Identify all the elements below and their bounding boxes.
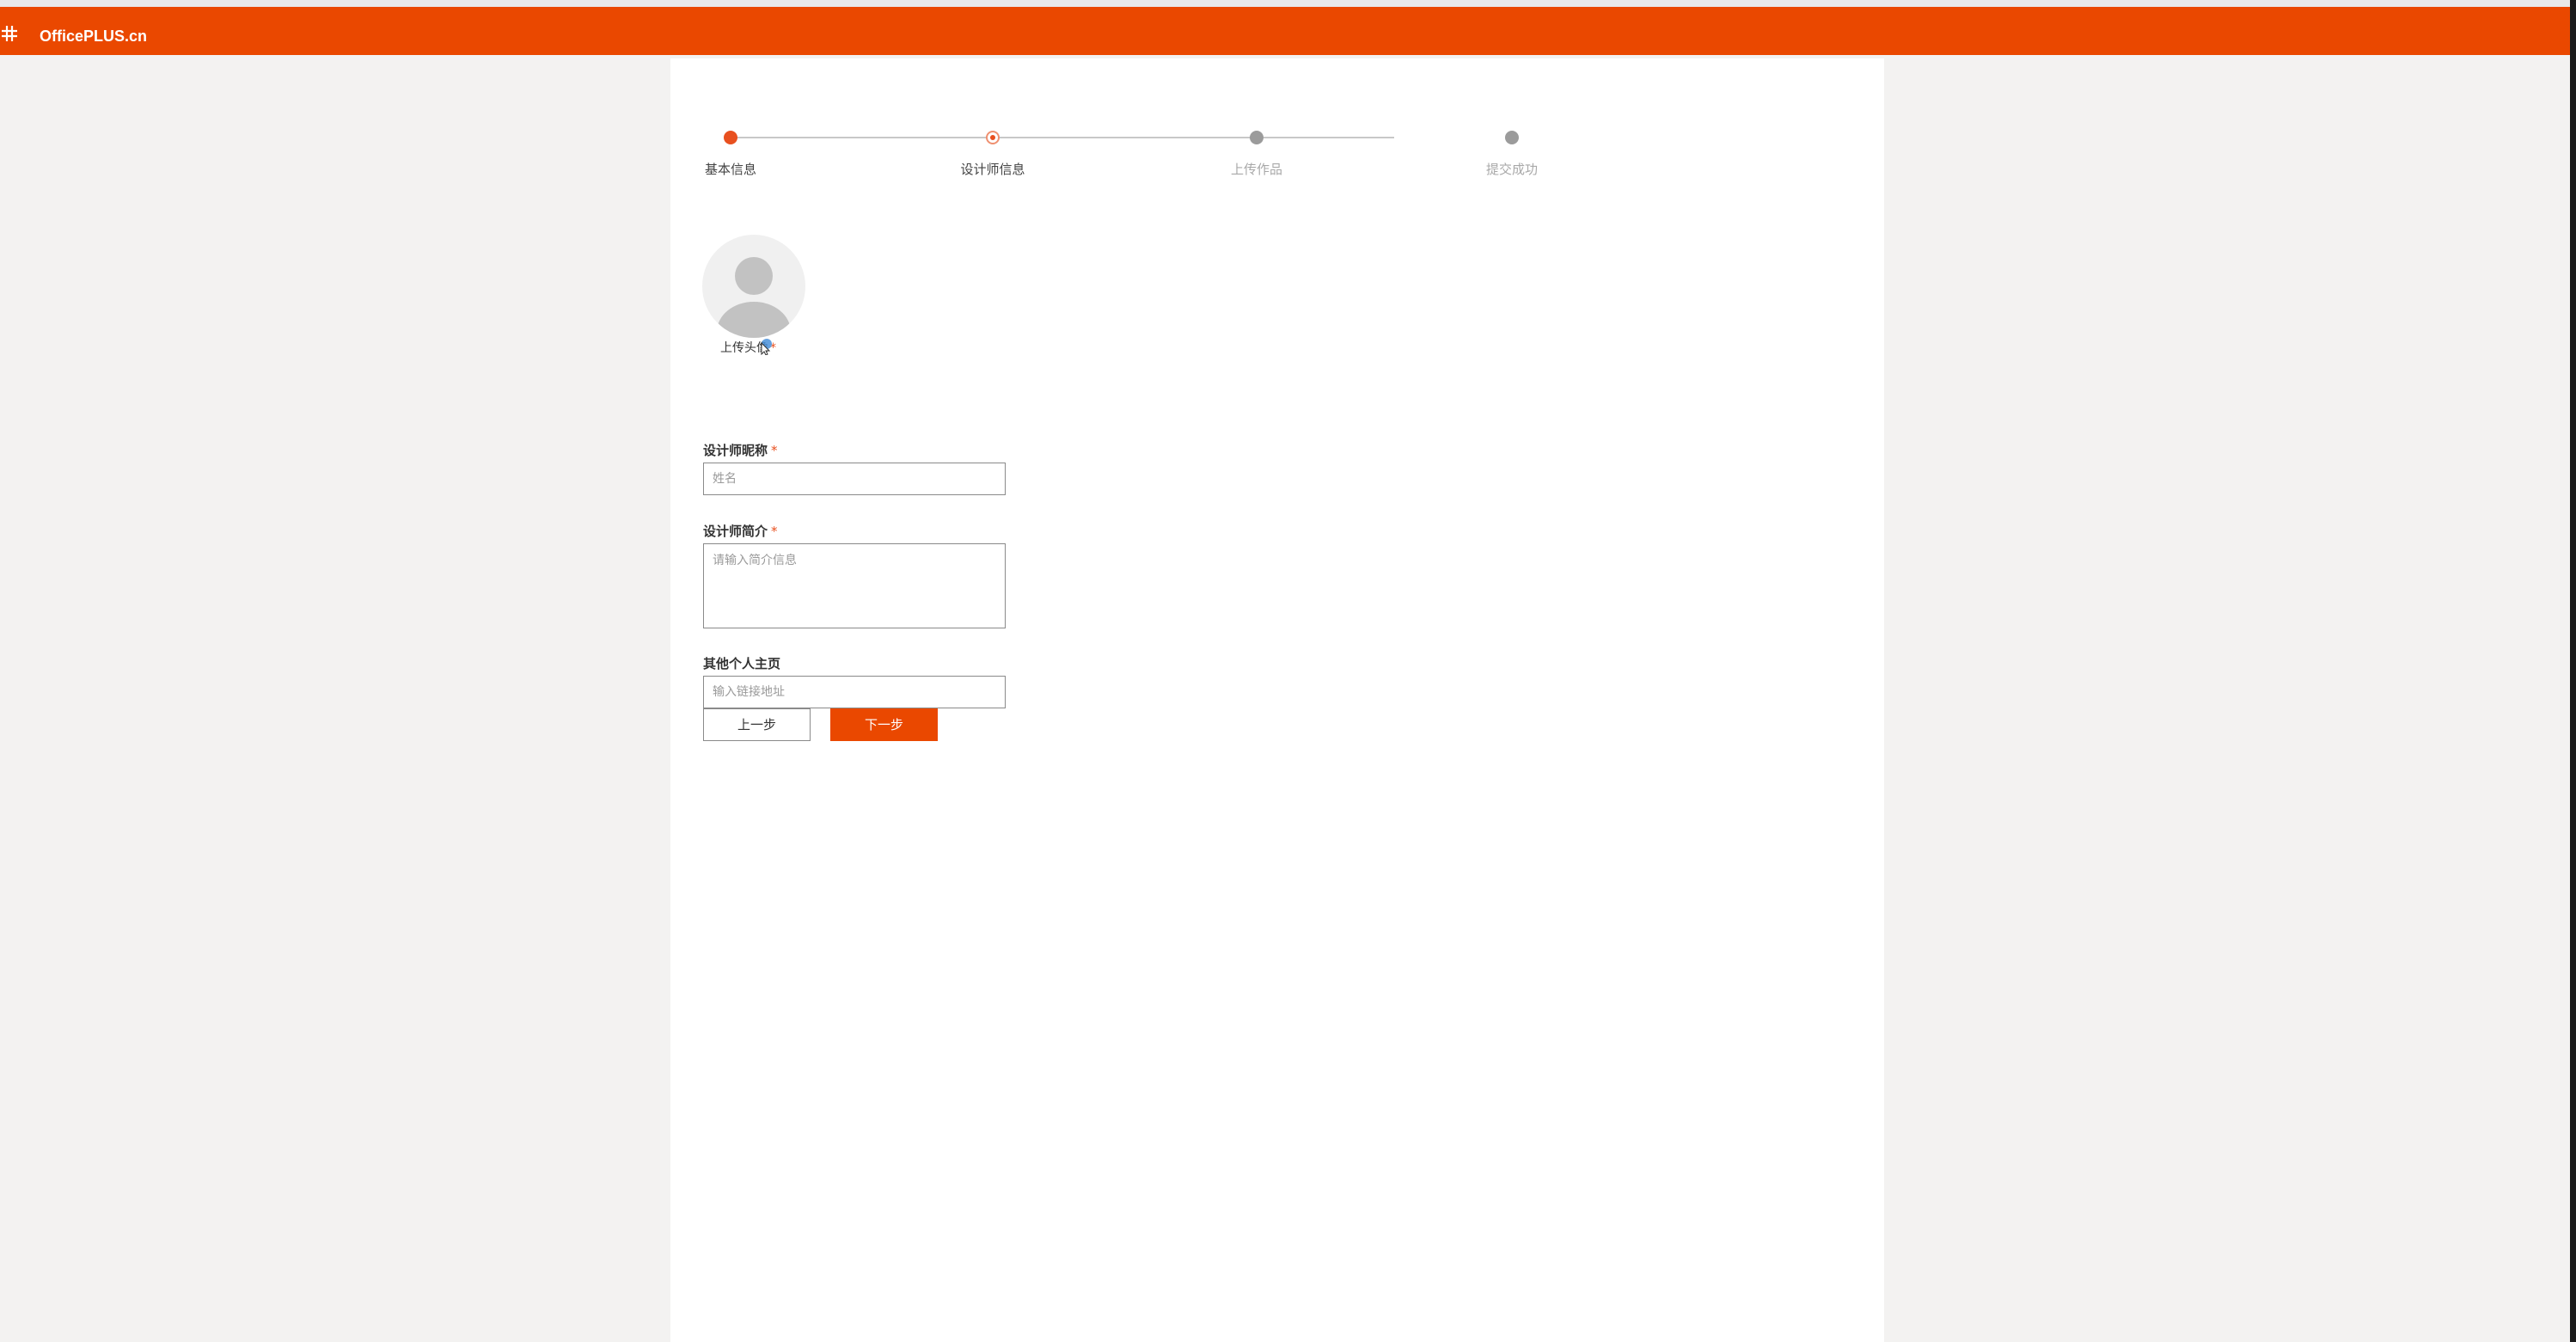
required-mark: * — [771, 524, 778, 539]
required-mark: * — [771, 443, 778, 458]
avatar-placeholder-body — [717, 302, 791, 338]
step-label-basic-info: 基本信息 — [704, 162, 756, 177]
bio-label-text: 设计师简介 — [703, 524, 768, 539]
avatar-upload[interactable] — [702, 235, 805, 338]
nickname-label-text: 设计师昵称 — [703, 443, 768, 458]
step-label-designer-info: 设计师信息 — [960, 162, 1025, 177]
step-dot-submit-success — [1505, 131, 1519, 144]
form-card: 基本信息 设计师信息 上传作品 提交成功 上传头像* 设计师昵称* 设计师简介*… — [670, 58, 1884, 1342]
window-top-strip — [0, 0, 2576, 7]
step-dot-upload-works — [1250, 131, 1264, 144]
window-edge — [2570, 0, 2576, 1342]
nickname-input[interactable] — [703, 463, 1006, 495]
avatar-placeholder-head — [735, 257, 773, 295]
step-label-submit-success: 提交成功 — [1485, 162, 1538, 177]
homepage-label: 其他个人主页 — [703, 655, 780, 672]
stepper-track — [731, 137, 1394, 138]
top-header-bar: OfficePLUS.cn — [0, 7, 2570, 55]
step-dot-designer-info — [986, 131, 1000, 144]
next-step-button[interactable]: 下一步 — [830, 708, 938, 741]
mouse-cursor-icon — [761, 339, 772, 355]
step-dot-basic-info — [724, 131, 737, 144]
officeplus-logo-icon[interactable] — [0, 24, 19, 43]
prev-step-button[interactable]: 上一步 — [703, 708, 811, 741]
homepage-label-text: 其他个人主页 — [703, 656, 781, 671]
bio-label: 设计师简介 * — [703, 523, 778, 540]
bio-textarea[interactable] — [703, 543, 1006, 628]
step-label-upload-works: 上传作品 — [1230, 162, 1282, 177]
nickname-label: 设计师昵称 * — [703, 442, 778, 459]
homepage-url-input[interactable] — [703, 676, 1006, 708]
site-logo-text[interactable]: OfficePLUS.cn — [40, 26, 147, 46]
